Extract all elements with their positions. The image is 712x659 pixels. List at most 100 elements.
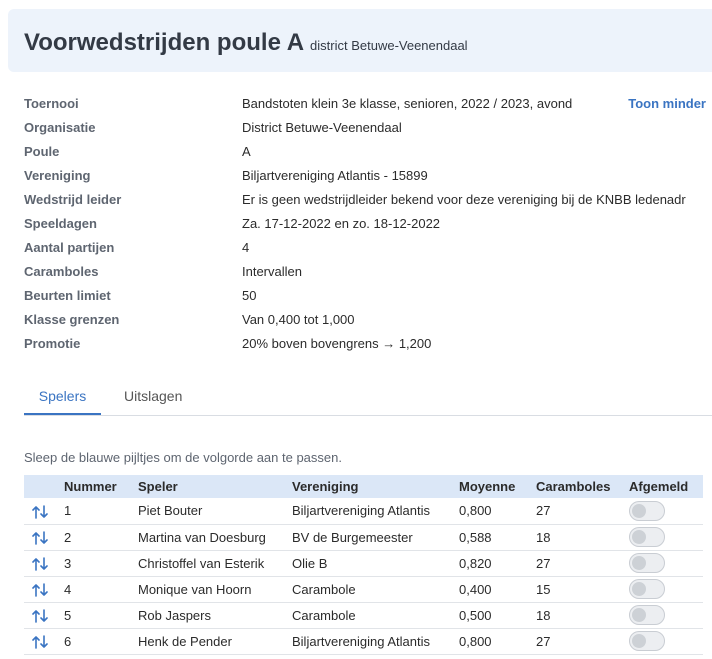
- tab-bar: Spelers Uitslagen: [24, 378, 712, 416]
- table-row: 5 Rob Jaspers Carambole 0,500 18: [24, 602, 703, 628]
- cell-vereniging: Carambole: [292, 607, 356, 623]
- info-value: Intervallen: [242, 264, 302, 279]
- info-value: Biljartvereniging Atlantis - 15899: [242, 168, 428, 183]
- cell-moyenne: 0,800: [459, 633, 492, 649]
- info-label: Poule: [24, 144, 60, 159]
- info-row-klasse-grenzen: Klasse grenzen Van 0,400 tot 1,000: [24, 308, 712, 332]
- cell-caramboles: 27: [536, 555, 551, 571]
- cell-moyenne: 0,500: [459, 607, 492, 623]
- cell-speler: Rob Jaspers: [138, 607, 211, 623]
- cell-nummer: 1: [64, 503, 72, 519]
- info-value: A: [242, 144, 251, 159]
- page-subtitle: district Betuwe-Veenendaal: [310, 38, 468, 53]
- cell-nummer: 3: [64, 555, 72, 571]
- info-row-organisatie: Organisatie District Betuwe-Veenendaal: [24, 116, 712, 140]
- column-header-vereniging[interactable]: Vereniging: [292, 475, 459, 498]
- cell-vereniging: BV de Burgemeester: [292, 529, 413, 545]
- info-value: Za. 17-12-2022 en zo. 18-12-2022: [242, 216, 441, 231]
- cell-vereniging: Biljartvereniging Atlantis: [292, 633, 431, 649]
- toggle-details-link[interactable]: Toon minder: [628, 96, 706, 111]
- info-value: Bandstoten klein 3e klasse, senioren, 20…: [242, 96, 573, 111]
- info-label: Caramboles: [24, 264, 99, 279]
- tab-uitslagen[interactable]: Uitslagen: [124, 378, 182, 414]
- cell-speler: Martina van Doesburg: [138, 529, 266, 545]
- afgemeld-toggle[interactable]: [629, 605, 665, 625]
- info-row-wedstrijd-leider: Wedstrijd leider Er is geen wedstrijdlei…: [24, 188, 712, 212]
- sort-arrows-icon[interactable]: [32, 504, 48, 519]
- toggle-knob: [632, 503, 646, 518]
- page-title-text: Voorwedstrijden poule A: [24, 29, 305, 56]
- cell-caramboles: 15: [536, 581, 551, 597]
- cell-vereniging: Biljartvereniging Atlantis: [292, 503, 431, 519]
- info-value: Er is geen wedstrijdleider bekend voor d…: [242, 192, 686, 207]
- info-label: Vereniging: [24, 168, 91, 183]
- table-header-row: Nummer Speler Vereniging Moyenne Carambo…: [24, 475, 703, 498]
- cell-caramboles: 27: [536, 503, 551, 519]
- cell-caramboles: 18: [536, 607, 551, 623]
- table-row: 4 Monique van Hoorn Carambole 0,400 15: [24, 576, 703, 602]
- cell-moyenne: 0,820: [459, 555, 492, 571]
- cell-moyenne: 0,588: [459, 529, 492, 545]
- info-row-aantal-partijen: Aantal partijen 4: [24, 236, 712, 260]
- info-row-speeldagen: Speeldagen Za. 17-12-2022 en zo. 18-12-2…: [24, 212, 712, 236]
- toggle-knob: [632, 556, 646, 570]
- column-header-afgemeld[interactable]: Afgemeld: [629, 475, 703, 498]
- info-value: District Betuwe-Veenendaal: [242, 120, 402, 135]
- column-header-nummer[interactable]: Nummer: [64, 475, 138, 498]
- afgemeld-toggle[interactable]: [629, 579, 665, 599]
- info-label: Promotie: [24, 336, 81, 351]
- cell-vereniging: Carambole: [292, 581, 356, 597]
- reorder-hint: Sleep de blauwe pijltjes om de volgorde …: [24, 450, 342, 465]
- sort-arrows-icon[interactable]: [32, 634, 48, 649]
- toggle-knob: [632, 582, 646, 596]
- cell-speler: Christoffel van Esterik: [138, 555, 265, 571]
- info-row-beurten-limiet: Beurten limiet 50: [24, 284, 712, 308]
- tab-spelers[interactable]: Spelers: [24, 378, 101, 415]
- column-header-moyenne[interactable]: Moyenne: [459, 475, 536, 498]
- page-title: Voorwedstrijden poule A district Betuwe-V…: [24, 29, 468, 57]
- cell-vereniging: Olie B: [292, 555, 328, 571]
- cell-nummer: 4: [64, 581, 72, 597]
- info-value: 50: [242, 288, 257, 303]
- info-label: Organisatie: [24, 120, 96, 135]
- page-header: Voorwedstrijden poule A district Betuwe-V…: [8, 9, 712, 72]
- info-row-poule: Poule A: [24, 140, 712, 164]
- toggle-knob: [632, 634, 646, 648]
- sort-arrows-icon[interactable]: [32, 582, 48, 597]
- afgemeld-toggle[interactable]: [629, 553, 665, 573]
- cell-moyenne: 0,800: [459, 503, 492, 519]
- column-header-caramboles[interactable]: Caramboles: [536, 475, 629, 498]
- column-header-drag: [24, 475, 64, 498]
- cell-nummer: 5: [64, 607, 72, 623]
- afgemeld-toggle[interactable]: [629, 631, 665, 651]
- cell-speler: Monique van Hoorn: [138, 581, 252, 597]
- column-header-speler[interactable]: Speler: [138, 475, 292, 498]
- cell-speler: Piet Bouter: [138, 503, 203, 519]
- table-row: 1 Piet Bouter Biljartvereniging Atlantis…: [24, 498, 703, 524]
- afgemeld-toggle[interactable]: [629, 527, 665, 547]
- info-row-caramboles: Caramboles Intervallen: [24, 260, 712, 284]
- tournament-info: Toernooi Bandstoten klein 3e klasse, sen…: [24, 92, 712, 356]
- cell-nummer: 2: [64, 529, 72, 545]
- cell-speler: Henk de Pender: [138, 633, 232, 649]
- cell-moyenne: 0,400: [459, 581, 492, 597]
- info-value: 20% boven bovengrens → 1,200: [242, 336, 432, 351]
- info-label: Wedstrijd leider: [24, 192, 122, 207]
- sort-arrows-icon[interactable]: [32, 608, 48, 623]
- afgemeld-toggle[interactable]: [629, 500, 665, 521]
- info-label: Beurten limiet: [24, 288, 111, 303]
- info-row-promotie: Promotie 20% boven bovengrens → 1,200: [24, 332, 712, 356]
- info-label: Toernooi: [24, 96, 79, 111]
- info-value: Van 0,400 tot 1,000: [242, 312, 355, 327]
- toggle-knob: [632, 608, 646, 622]
- info-row-toernooi: Toernooi Bandstoten klein 3e klasse, sen…: [24, 92, 712, 116]
- sort-arrows-icon[interactable]: [32, 530, 48, 545]
- info-row-vereniging: Vereniging Biljartvereniging Atlantis - …: [24, 164, 712, 188]
- sort-arrows-icon[interactable]: [32, 556, 48, 571]
- players-table: Nummer Speler Vereniging Moyenne Carambo…: [24, 475, 703, 655]
- toggle-knob: [632, 530, 646, 544]
- cell-caramboles: 18: [536, 529, 551, 545]
- info-label: Klasse grenzen: [24, 312, 120, 327]
- table-row: 6 Henk de Pender Biljartvereniging Atlan…: [24, 628, 703, 654]
- cell-caramboles: 27: [536, 633, 551, 649]
